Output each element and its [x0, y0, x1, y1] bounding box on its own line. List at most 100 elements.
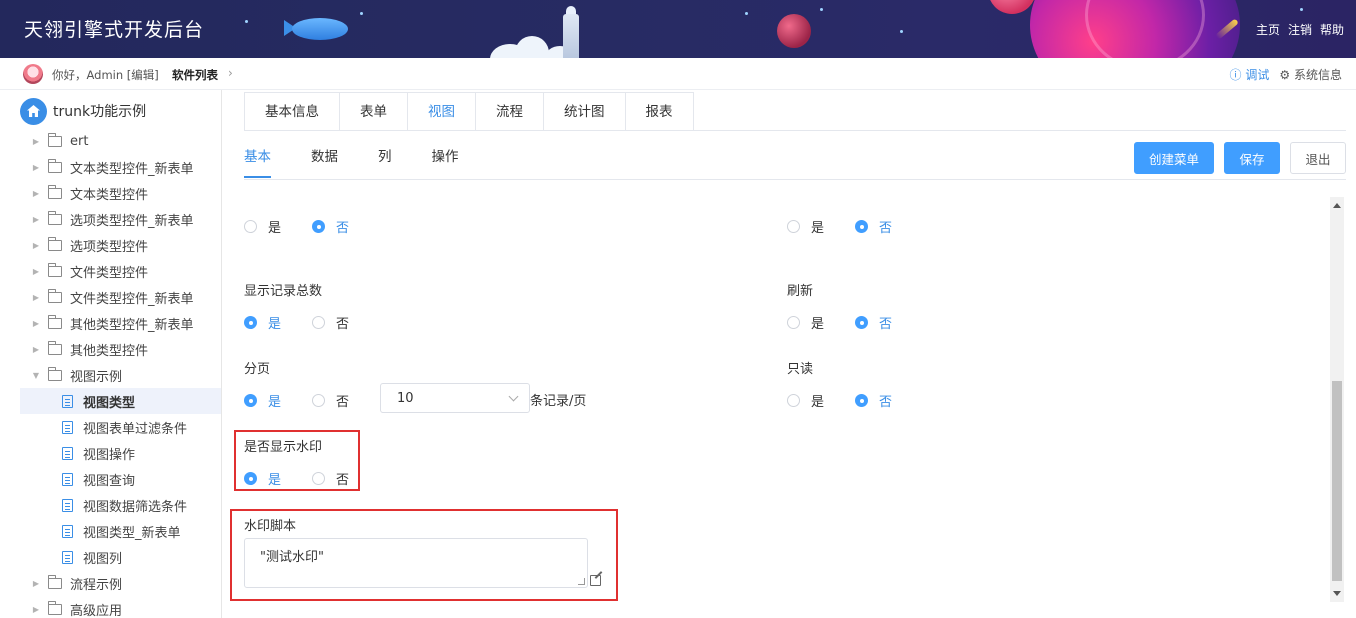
sidebar-tree-item[interactable]: 视图数据筛选条件: [0, 492, 221, 518]
subtab-columns[interactable]: 列: [378, 138, 392, 178]
top-links: 主页 注销 帮助: [1256, 21, 1344, 38]
sidebar-tree-item[interactable]: 视图操作: [0, 440, 221, 466]
subtab-actions[interactable]: 操作: [432, 138, 459, 178]
radio-label: 是: [268, 221, 282, 236]
sidebar-tree-item[interactable]: 视图类型: [20, 388, 221, 414]
sidebar-tree-item[interactable]: ▶ 其他类型控件: [0, 336, 221, 362]
sidebar-tree-item[interactable]: ▶ 选项类型控件: [0, 232, 221, 258]
radio-dot: [787, 220, 800, 233]
exit-button[interactable]: 退出: [1290, 142, 1346, 174]
caret-right-icon[interactable]: ▶: [30, 603, 42, 615]
sidebar-tree-item[interactable]: ▶ 文本类型控件_新表单: [0, 154, 221, 180]
sidebar-tree-item-label: 视图示例: [70, 369, 123, 385]
caret-right-icon[interactable]: ▶: [30, 187, 42, 199]
paging-no[interactable]: 否: [312, 391, 349, 410]
app-header: 天翎引擎式开发后台 主页 注销 帮助: [0, 0, 1356, 58]
refresh-no[interactable]: 否: [855, 313, 892, 332]
caret-down-icon[interactable]: ▼: [30, 369, 42, 381]
radio-dot: [855, 220, 868, 233]
readonly-yes[interactable]: 是: [787, 391, 824, 410]
radio-dot: [244, 220, 257, 233]
sidebar-tree-item[interactable]: ▶ 高级应用: [0, 596, 221, 618]
page-size-select[interactable]: 10: [380, 383, 530, 413]
edit-icon[interactable]: [590, 575, 601, 586]
tree-root[interactable]: trunk功能示例: [20, 97, 146, 125]
help-link[interactable]: 帮助: [1320, 21, 1344, 38]
sidebar-tree-item[interactable]: 视图查询: [0, 466, 221, 492]
caret-right-icon[interactable]: ▶: [30, 317, 42, 329]
sidebar-tree-item-label: 视图查询: [83, 473, 136, 489]
avatar[interactable]: [23, 64, 43, 84]
radio-dot: [855, 394, 868, 407]
radio-dot: [312, 220, 325, 233]
watermark-script-label: 水印脚本: [244, 519, 297, 534]
create-menu-button[interactable]: 创建菜单: [1134, 142, 1214, 174]
subtab-basic[interactable]: 基本: [244, 138, 271, 178]
sidebar-tree-item[interactable]: ▶ 文件类型控件_新表单: [0, 284, 221, 310]
greeting-text[interactable]: 你好，Admin [编辑]: [52, 67, 159, 83]
radio-top-right-yes[interactable]: 是: [787, 217, 824, 236]
show-total-no[interactable]: 否: [312, 313, 349, 332]
tab-chart[interactable]: 统计图: [544, 93, 626, 131]
tab-basic-info[interactable]: 基本信息: [245, 93, 340, 131]
sidebar-tree-item[interactable]: ▶ 选项类型控件_新表单: [0, 206, 221, 232]
gear-icon: ⚙: [1279, 68, 1291, 82]
sidebar-tree-item[interactable]: ▶ 流程示例: [0, 570, 221, 596]
info-icon: ⓘ: [1229, 68, 1242, 82]
caret-right-icon[interactable]: ▶: [30, 577, 42, 589]
folder-icon: [48, 600, 62, 615]
caret-right-icon[interactable]: ▶: [30, 135, 42, 147]
radio-label: 是: [268, 317, 282, 332]
caret-right-icon[interactable]: ▶: [30, 343, 42, 355]
watermark-no[interactable]: 否: [312, 469, 349, 488]
sidebar-tree-item-label: 文本类型控件_新表单: [70, 161, 194, 177]
caret-right-icon[interactable]: ▶: [30, 213, 42, 225]
sidebar-tree-item-label: 高级应用: [70, 603, 123, 618]
sidebar-tree-item[interactable]: ▶ ert: [0, 128, 221, 154]
sidebar-tree-item[interactable]: 视图表单过滤条件: [0, 414, 221, 440]
star-decoration: [745, 12, 748, 15]
breadcrumb[interactable]: 软件列表: [172, 67, 218, 83]
sidebar-tree-item[interactable]: ▶ 其他类型控件_新表单: [0, 310, 221, 336]
radio-top-left-no[interactable]: 否: [312, 217, 349, 236]
tab-form[interactable]: 表单: [340, 93, 408, 131]
chevron-right-icon: ›: [228, 66, 233, 80]
logout-link[interactable]: 注销: [1288, 21, 1312, 38]
cloud-decoration: [515, 36, 549, 58]
refresh-yes[interactable]: 是: [787, 313, 824, 332]
scroll-up-icon[interactable]: [1333, 203, 1341, 208]
scroll-down-icon[interactable]: [1333, 591, 1341, 596]
scroll-thumb[interactable]: [1332, 381, 1342, 581]
radio-top-left-yes[interactable]: 是: [244, 217, 281, 236]
watermark-script-textarea[interactable]: "测试水印": [244, 538, 588, 588]
save-button[interactable]: 保存: [1224, 142, 1280, 174]
caret-right-icon[interactable]: ▶: [30, 239, 42, 251]
paging-yes[interactable]: 是: [244, 391, 281, 410]
debug-link[interactable]: ⓘ 调试: [1230, 66, 1270, 83]
readonly-no[interactable]: 否: [855, 391, 892, 410]
show-total-yes[interactable]: 是: [244, 313, 281, 332]
sidebar-tree-item[interactable]: ▶ 文本类型控件: [0, 180, 221, 206]
subtab-data[interactable]: 数据: [311, 138, 338, 178]
sidebar-tree-item[interactable]: ▼ 视图示例: [0, 362, 221, 388]
caret-right-icon[interactable]: ▶: [30, 265, 42, 277]
sidebar-tree-item-label: 文本类型控件: [70, 187, 149, 203]
watermark-yes[interactable]: 是: [244, 469, 281, 488]
system-info-link[interactable]: ⚙ 系统信息: [1279, 66, 1342, 83]
radio-top-right-no[interactable]: 否: [855, 217, 892, 236]
resize-handle-icon[interactable]: [578, 578, 585, 585]
folder-icon: [48, 132, 62, 147]
tab-flow[interactable]: 流程: [476, 93, 544, 131]
star-decoration: [360, 12, 363, 15]
sidebar-tree-item-label: 视图表单过滤条件: [83, 421, 188, 437]
sidebar-tree-item[interactable]: 视图类型_新表单: [0, 518, 221, 544]
sidebar-tree-item[interactable]: ▶ 文件类型控件: [0, 258, 221, 284]
form-scrollbar[interactable]: [1330, 197, 1344, 602]
caret-right-icon[interactable]: ▶: [30, 291, 42, 303]
home-link[interactable]: 主页: [1256, 21, 1280, 38]
sidebar-tree-item[interactable]: 视图列: [0, 544, 221, 570]
tab-report[interactable]: 报表: [625, 93, 693, 131]
tab-view[interactable]: 视图: [408, 93, 476, 131]
sidebar-tree-item-label: ert: [70, 133, 89, 149]
caret-right-icon[interactable]: ▶: [30, 161, 42, 173]
